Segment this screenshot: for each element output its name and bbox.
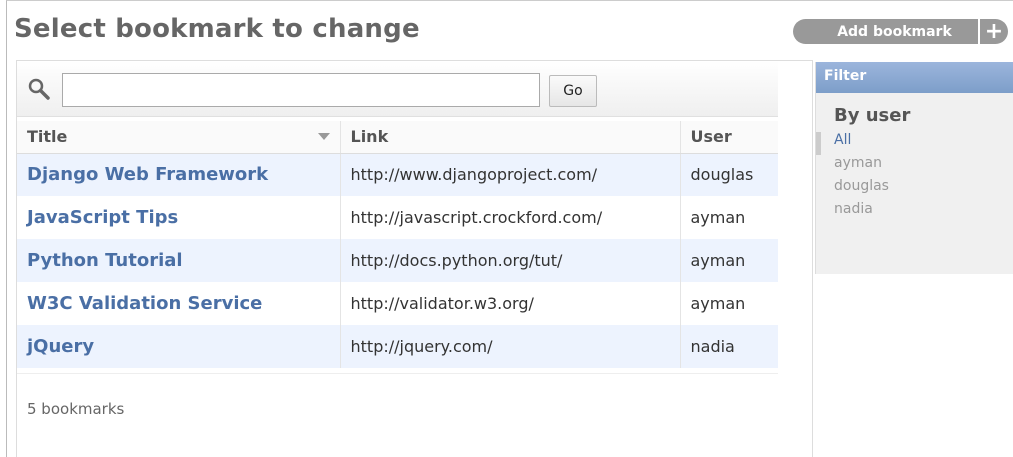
row-title-link[interactable]: Django Web Framework xyxy=(17,153,341,196)
page-title: Select bookmark to change xyxy=(14,14,420,44)
row-link: http://www.djangoproject.com/ xyxy=(340,153,681,196)
table-row: Python Tutorial http://docs.python.org/t… xyxy=(17,239,778,282)
filter-list: All ayman douglas nadia xyxy=(816,132,1013,224)
changelist: Go Title Link User Django Web Framework … xyxy=(16,60,813,457)
row-user: nadia xyxy=(680,325,778,368)
table-row: Django Web Framework http://www.djangopr… xyxy=(17,153,778,196)
plus-icon: + xyxy=(978,19,1008,44)
row-user: douglas xyxy=(680,153,778,196)
search-icon xyxy=(28,78,50,100)
filter-option-all[interactable]: All xyxy=(816,132,1013,155)
search-input[interactable] xyxy=(62,73,540,107)
filter-panel: Filter By user All ayman douglas nadia xyxy=(815,62,1013,274)
filter-option-nadia[interactable]: nadia xyxy=(816,201,1013,224)
column-header-title[interactable]: Title xyxy=(17,121,341,154)
column-header-link[interactable]: Link xyxy=(340,121,681,154)
row-title-link[interactable]: Python Tutorial xyxy=(17,239,341,282)
column-header-user[interactable]: User xyxy=(680,121,778,154)
table-row: jQuery http://jquery.com/ nadia xyxy=(17,325,778,368)
add-bookmark-label: Add bookmark xyxy=(837,23,952,40)
results-table: Title Link User Django Web Framework htt… xyxy=(17,121,778,368)
row-title-link[interactable]: JavaScript Tips xyxy=(17,196,341,239)
filter-header: Filter xyxy=(816,62,1013,93)
row-title-link[interactable]: W3C Validation Service xyxy=(17,282,341,325)
row-title-link[interactable]: jQuery xyxy=(17,325,341,368)
add-bookmark-button[interactable]: Add bookmark + xyxy=(793,19,1008,44)
filter-option-ayman[interactable]: ayman xyxy=(816,155,1013,178)
table-row: W3C Validation Service http://validator.… xyxy=(17,282,778,325)
paginator: 5 bookmarks xyxy=(17,373,778,443)
filter-option-douglas[interactable]: douglas xyxy=(816,178,1013,201)
table-row: JavaScript Tips http://javascript.crockf… xyxy=(17,196,778,239)
row-link: http://docs.python.org/tut/ xyxy=(340,239,681,282)
row-link: http://validator.w3.org/ xyxy=(340,282,681,325)
row-user: ayman xyxy=(680,239,778,282)
column-title-label: Title xyxy=(27,127,68,147)
row-link: http://jquery.com/ xyxy=(340,325,681,368)
filter-subtitle: By user xyxy=(834,105,911,126)
search-toolbar: Go xyxy=(17,61,778,117)
sort-desc-icon[interactable] xyxy=(317,133,330,141)
row-user: ayman xyxy=(690,294,746,313)
go-button[interactable]: Go xyxy=(549,75,597,107)
table-header-row: Title Link User xyxy=(17,121,778,154)
row-link: http://javascript.crockford.com/ xyxy=(340,196,681,239)
row-user: ayman xyxy=(690,208,746,227)
